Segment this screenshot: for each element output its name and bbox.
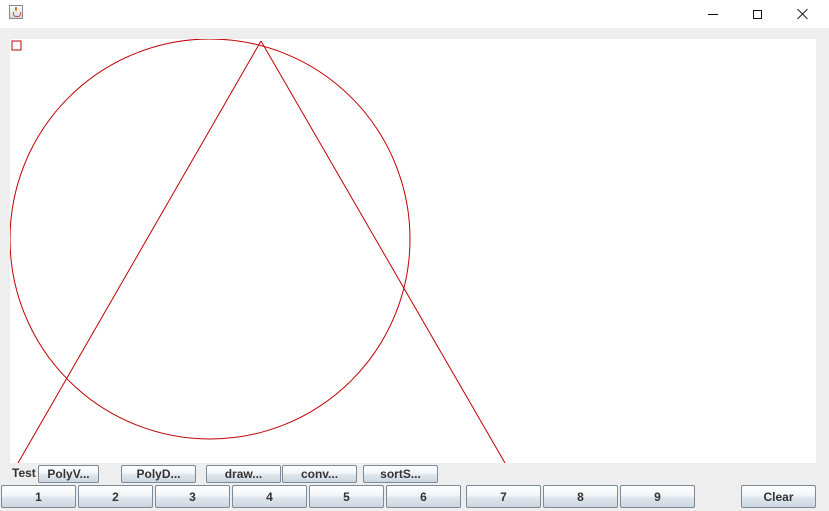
small-square-shape xyxy=(11,40,22,51)
number-button-4[interactable]: 4 xyxy=(232,485,307,508)
title-bar xyxy=(0,0,829,28)
java-cup-icon xyxy=(9,5,23,19)
clear-button[interactable]: Clear xyxy=(741,485,816,508)
drawing-canvas[interactable] xyxy=(10,39,816,463)
polyd-button[interactable]: PolyD... xyxy=(121,465,196,483)
line-shape-right xyxy=(260,40,506,463)
conv-button[interactable]: conv... xyxy=(282,465,357,483)
number-button-5[interactable]: 5 xyxy=(309,485,384,508)
number-button-6[interactable]: 6 xyxy=(386,485,461,508)
close-icon xyxy=(797,8,809,20)
maximize-icon xyxy=(752,9,762,19)
draw-button[interactable]: draw... xyxy=(206,465,281,483)
circle-shape xyxy=(10,39,411,440)
maximize-button[interactable] xyxy=(734,0,780,28)
test-label: Test xyxy=(12,466,36,480)
polyv-button[interactable]: PolyV... xyxy=(38,465,99,483)
minimize-button[interactable] xyxy=(690,0,736,28)
sorts-button[interactable]: sortS... xyxy=(363,465,438,483)
number-button-3[interactable]: 3 xyxy=(155,485,230,508)
line-shape-left xyxy=(17,40,262,463)
drawing-surface xyxy=(10,39,506,463)
number-button-7[interactable]: 7 xyxy=(466,485,541,508)
number-button-1[interactable]: 1 xyxy=(1,485,76,508)
minimize-icon xyxy=(708,13,718,15)
number-button-2[interactable]: 2 xyxy=(78,485,153,508)
number-button-9[interactable]: 9 xyxy=(620,485,695,508)
number-button-8[interactable]: 8 xyxy=(543,485,618,508)
app-window: Test PolyV... PolyD... draw... conv... s… xyxy=(0,0,829,511)
close-button[interactable] xyxy=(780,0,826,28)
